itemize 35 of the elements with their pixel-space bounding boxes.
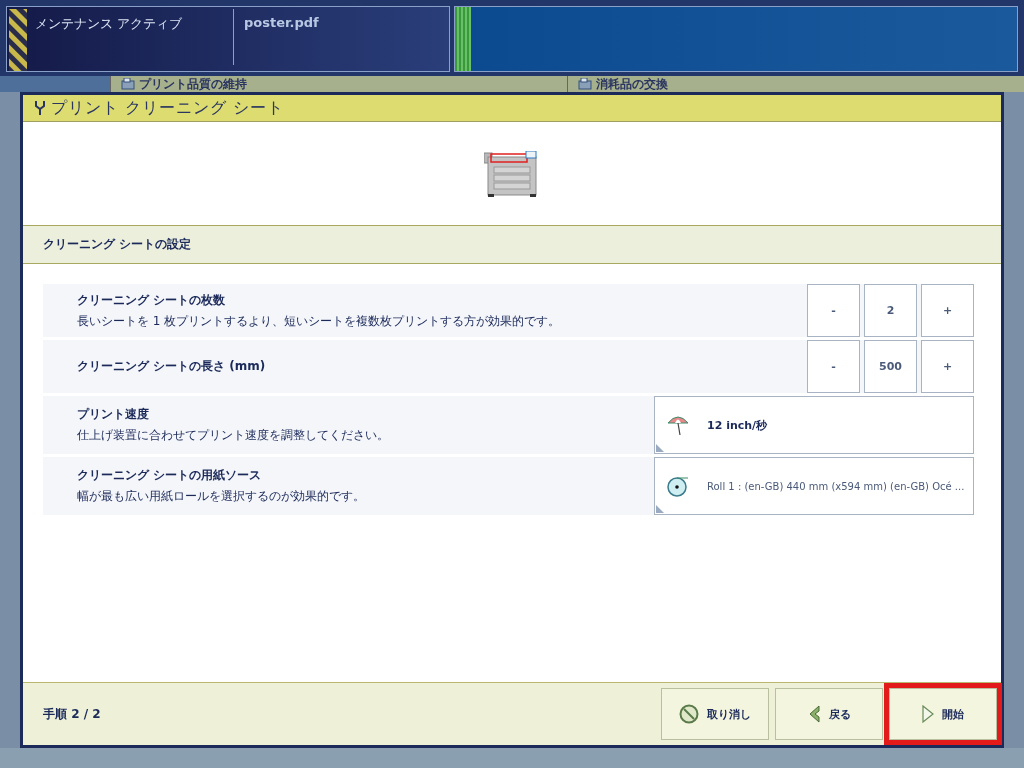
printer-icon — [578, 78, 592, 90]
back-button[interactable]: 戻る — [775, 688, 883, 740]
dialog-title: プリント クリーニング シート — [51, 97, 285, 119]
warning-stripes-icon — [9, 9, 27, 71]
setting-label: クリーニング シートの枚数 — [77, 291, 227, 309]
umbrella-icon — [667, 414, 689, 436]
setting-description: 長いシートを 1 枚プリントするより、短いシートを複数枚プリントする方が効果的です。 — [77, 312, 561, 330]
setting-description: 幅が最も広い用紙ロールを選択するのが効果的です。 — [77, 488, 365, 505]
setting-label: クリーニング シートの長さ (mm) — [77, 358, 266, 375]
increment-button[interactable]: + — [921, 284, 974, 337]
setting-label: クリーニング シートの用紙ソース — [77, 467, 263, 484]
decrement-button[interactable]: - — [807, 340, 860, 393]
printer-drawing — [484, 150, 540, 197]
setting-label: プリント速度 — [77, 406, 150, 423]
value-field[interactable]: 500 — [864, 340, 917, 393]
dropdown-button[interactable]: Roll 1 : (en-GB) 440 mm (x594 mm) (en-GB) Océ ... — [654, 457, 974, 515]
play-icon — [922, 705, 934, 723]
printer-icon — [121, 78, 135, 90]
progress-indicator — [455, 7, 471, 71]
corner-icon — [656, 444, 664, 452]
paper-roll-icon — [667, 475, 689, 497]
setting-description: 仕上げ装置に合わせてプリント速度を調整してください。 — [77, 427, 389, 444]
corner-icon — [656, 505, 664, 513]
left-chevron-icon — [807, 704, 821, 724]
value-field[interactable]: 2 — [864, 284, 917, 337]
increment-button[interactable]: + — [921, 340, 974, 393]
dropdown-button[interactable]: 12 inch/秒 — [654, 396, 974, 454]
tab-label[interactable]: 消耗品の交換 — [596, 75, 668, 93]
job-name: poster.pdf — [233, 9, 319, 65]
status-text: メンテナンス アクティブ — [35, 15, 184, 33]
decrement-button[interactable]: - — [807, 284, 860, 337]
section-header: クリーニング シートの設定 — [23, 225, 1001, 264]
cancel-button[interactable]: 取り消し — [661, 688, 769, 740]
step-indicator: 手順 2 / 2 — [43, 705, 101, 723]
cancel-icon — [679, 704, 699, 724]
